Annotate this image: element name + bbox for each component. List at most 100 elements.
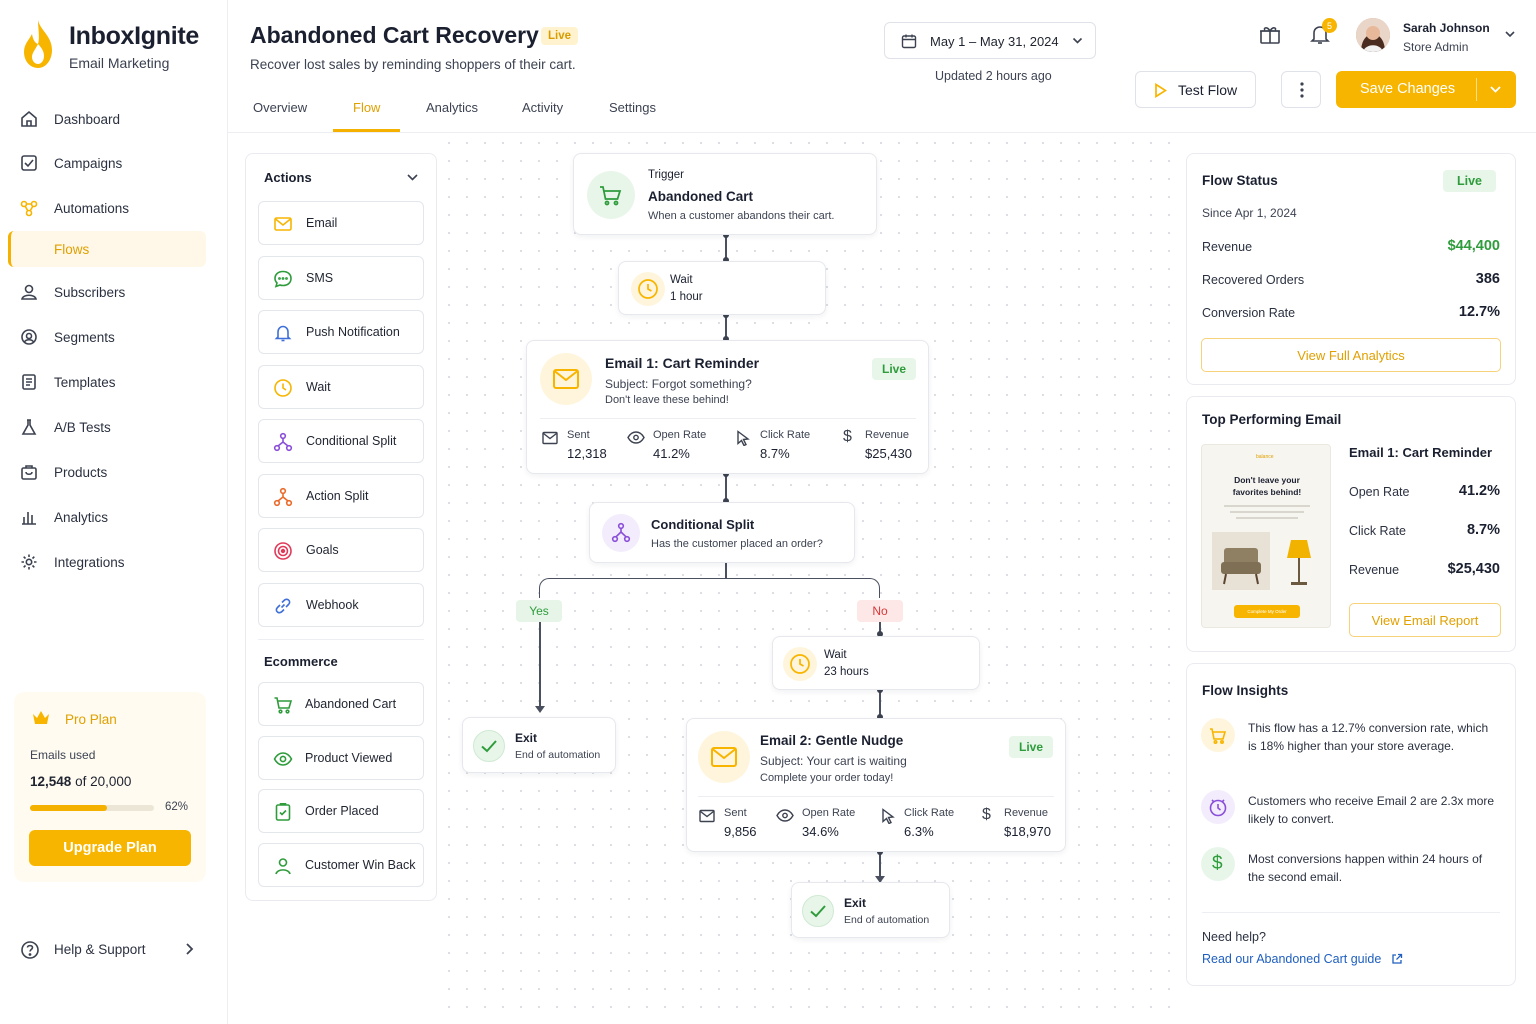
status-since: Since Apr 1, 2024: [1202, 206, 1297, 220]
tab-overview[interactable]: Overview: [253, 100, 307, 115]
more-options-button[interactable]: [1281, 71, 1321, 108]
wait-value: 23 hours: [824, 666, 869, 678]
nav-segments[interactable]: Segments: [8, 319, 206, 355]
chevron-down-icon[interactable]: [1505, 31, 1515, 38]
guide-link[interactable]: Read our Abandoned Cart guide: [1202, 952, 1381, 966]
stat-label: Click Rate: [904, 807, 955, 819]
palette-product-viewed[interactable]: Product Viewed: [258, 736, 424, 780]
split-icon: [273, 432, 293, 452]
split-title: Conditional Split: [651, 517, 755, 532]
email-title: Email 1: Cart Reminder: [605, 355, 760, 371]
stat-value: $25,430: [865, 446, 912, 461]
cart-icon: [1201, 718, 1235, 752]
palette-action-split[interactable]: Action Split: [258, 474, 424, 518]
tab-analytics[interactable]: Analytics: [426, 100, 478, 115]
wait-node[interactable]: Wait 23 hours: [772, 636, 980, 690]
nav-campaigns[interactable]: Campaigns: [8, 145, 206, 181]
usage-total: of 20,000: [75, 774, 132, 789]
chevron-down-icon[interactable]: [407, 174, 418, 181]
palette-label: Wait: [306, 380, 331, 394]
view-analytics-button[interactable]: View Full Analytics: [1201, 338, 1501, 372]
header-divider: [228, 132, 1536, 133]
clock-icon: [631, 272, 665, 306]
email-node[interactable]: Email 1: Cart Reminder Live Subject: For…: [526, 340, 929, 474]
gift-icon[interactable]: [1258, 22, 1282, 46]
top-email-row: Open Rate 41.2%: [1349, 483, 1500, 499]
nav-templates[interactable]: Templates: [8, 364, 206, 400]
view-email-report-button[interactable]: View Email Report: [1349, 603, 1501, 637]
email-node[interactable]: Email 2: Gentle Nudge Live Subject: Your…: [686, 718, 1066, 852]
palette-conditional-split[interactable]: Conditional Split: [258, 419, 424, 463]
nav-label: Integrations: [54, 554, 125, 570]
upgrade-button[interactable]: Upgrade Plan: [29, 830, 191, 866]
email-thumbnail[interactable]: balance Don't leave your favorites behin…: [1201, 444, 1331, 628]
nav-flows[interactable]: Flows: [8, 231, 206, 267]
palette-wait[interactable]: Wait: [258, 365, 424, 409]
exit-node[interactable]: Exit End of automation: [791, 882, 950, 938]
avatar[interactable]: [1356, 18, 1390, 52]
eye-icon: [273, 749, 293, 769]
usage-progress: [30, 805, 154, 811]
wait-node[interactable]: Wait 1 hour: [618, 261, 826, 315]
plan-card: Pro Plan Emails used 12,548 of 20,000 62…: [14, 692, 206, 882]
test-flow-button[interactable]: Test Flow: [1135, 71, 1256, 108]
palette-order-placed[interactable]: Order Placed: [258, 789, 424, 833]
tab-flow[interactable]: Flow: [353, 100, 380, 115]
stat-value: 34.6%: [802, 824, 839, 839]
palette-abandoned-cart[interactable]: Abandoned Cart: [258, 682, 424, 726]
trigger-node[interactable]: Trigger Abandoned Cart When a customer a…: [573, 153, 877, 235]
guide-link-text: Read our Abandoned Cart guide: [1202, 952, 1382, 966]
stat-value: $18,970: [1004, 824, 1051, 839]
email-status-badge: Live: [1009, 736, 1054, 758]
check-icon: [802, 895, 834, 927]
thumb-text-line: [1224, 505, 1310, 507]
dollar-icon: $: [843, 428, 852, 445]
palette-email[interactable]: Email: [258, 201, 424, 245]
palette-label: Action Split: [306, 489, 369, 503]
nav-dashboard[interactable]: Dashboard: [8, 101, 206, 137]
split-icon: [602, 514, 640, 552]
clock-icon: [273, 378, 293, 398]
gear-icon: [20, 553, 38, 571]
insight-text: Most conversions happen within 24 hours …: [1248, 852, 1483, 884]
cursor-icon: [736, 430, 750, 446]
exit-node[interactable]: Exit End of automation: [462, 717, 616, 773]
palette-push[interactable]: Push Notification: [258, 310, 424, 354]
cart-icon: [587, 171, 635, 219]
mail-icon: [540, 353, 592, 405]
cursor-icon: [881, 808, 895, 824]
tab-activity[interactable]: Activity: [522, 100, 563, 115]
status-card-title: Flow Status: [1202, 173, 1278, 188]
date-range-picker[interactable]: May 1 – May 31, 2024: [884, 22, 1096, 59]
nav-integrations[interactable]: Integrations: [8, 544, 206, 580]
email-preview: Don't leave these behind!: [605, 394, 729, 406]
save-changes-button[interactable]: Save Changes: [1336, 71, 1516, 108]
bar-chart-icon: [20, 508, 38, 526]
nav-analytics[interactable]: Analytics: [8, 499, 206, 535]
palette-webhook[interactable]: Webhook: [258, 583, 424, 627]
external-link-icon: [1391, 953, 1403, 965]
email-subject: Subject: Forgot something?: [605, 377, 752, 391]
palette-label: Product Viewed: [305, 751, 393, 765]
nav-subscribers[interactable]: Subscribers: [8, 274, 206, 310]
palette-sms[interactable]: SMS: [258, 256, 424, 300]
palette-divider: [258, 639, 424, 640]
nav-products[interactable]: Products: [8, 454, 206, 490]
wait-value: 1 hour: [670, 291, 703, 303]
nav-automations[interactable]: Automations: [8, 190, 206, 226]
chevron-down-icon: [1072, 37, 1083, 45]
more-vertical-icon: [1300, 82, 1304, 98]
tab-settings[interactable]: Settings: [609, 100, 656, 115]
insights-title: Flow Insights: [1202, 683, 1289, 698]
automation-icon: [20, 199, 38, 217]
nav-ab-tests[interactable]: A/B Tests: [8, 409, 206, 445]
check-icon: [473, 730, 505, 762]
top-email-name: Email 1: Cart Reminder: [1349, 445, 1493, 460]
nav-label: Templates: [54, 374, 116, 390]
conditional-split-node[interactable]: Conditional Split Has the customer place…: [589, 502, 855, 563]
nav-help[interactable]: Help & Support: [8, 931, 206, 967]
palette-win-back[interactable]: Customer Win Back: [258, 843, 424, 887]
dollar-glyph: $: [1212, 853, 1223, 874]
chevron-down-icon[interactable]: [1490, 86, 1501, 93]
palette-goals[interactable]: Goals: [258, 528, 424, 572]
